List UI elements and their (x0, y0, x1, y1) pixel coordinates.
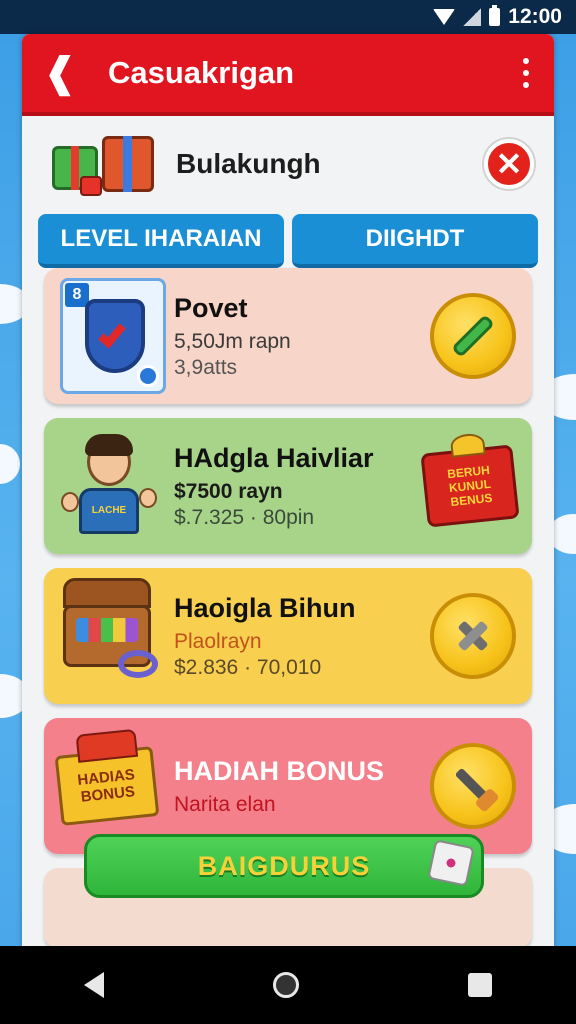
primary-action-label: BAIGDURUS (197, 850, 371, 881)
wifi-icon (433, 9, 456, 25)
item-detail: $7500 rayn (174, 479, 283, 503)
close-button[interactable]: ✕ (484, 139, 534, 189)
thumbnail (44, 574, 170, 698)
back-button[interactable]: ❰ (38, 51, 82, 95)
app-header: ❰ Casuakrigan (22, 34, 554, 116)
tool-button[interactable] (430, 743, 516, 829)
item-name: Povet (174, 292, 248, 323)
status-bar: 12:00 (0, 0, 576, 34)
battery-icon (489, 5, 501, 26)
list-item[interactable]: 8 Povet 5,50Jm rapn 3,9atts (44, 268, 532, 404)
tool-icon (454, 767, 492, 805)
bonus-gift-icon[interactable]: BERUH KUNUL BENUS (420, 444, 520, 528)
item-name: HAdgla Haivliar (174, 442, 374, 473)
pencil-icon (451, 314, 495, 358)
gift-boxes-icon (50, 132, 158, 196)
tab-secondary[interactable]: DIIGHDT (292, 214, 538, 268)
dice-icon (427, 839, 475, 887)
hammer-icon (452, 615, 494, 657)
tools-button[interactable] (430, 593, 516, 679)
item-subdetail: $2.836 · 70,010 (174, 655, 322, 679)
list-item[interactable]: Haoigla Bihun Plaolrayn $2.836 · 70,010 (44, 568, 532, 704)
thumbnail: 8 (44, 274, 170, 398)
item-name: HADIAH BONUS (174, 755, 385, 786)
item-detail: Plaolrayn (174, 629, 262, 653)
section-title: Bulakungh (176, 148, 321, 179)
item-subdetail: $.7.325 · 80pin (174, 505, 315, 529)
status-time: 12:00 (508, 5, 562, 28)
item-detail: Narita elan (174, 792, 276, 816)
thumbnail: HADIAS BONUS (44, 724, 170, 848)
list-item[interactable]: LACHE HAdgla Haivliar $7500 rayn $.7.325… (44, 418, 532, 554)
nav-home-icon[interactable] (272, 972, 299, 998)
edit-button[interactable] (430, 293, 516, 379)
page-title: Casuakrigan (108, 55, 295, 90)
thumbnail: LACHE (44, 424, 170, 548)
close-icon: ✕ (495, 146, 523, 182)
primary-action-button[interactable]: BAIGDURUS (84, 834, 484, 898)
tab-bar: LEVEL IHARAIAN DIIGHDT (22, 214, 554, 268)
treasure-chest-icon (63, 578, 158, 678)
shield-icon (85, 299, 145, 373)
item-detail: 5,50Jm rapn (174, 329, 291, 353)
more-options-button[interactable] (514, 53, 538, 93)
more-vertical-icon (523, 58, 529, 64)
system-nav-bar (0, 946, 576, 1024)
subheader: Bulakungh ✕ (22, 116, 554, 212)
item-subdetail: 3,9atts (174, 355, 238, 379)
item-name: Haoigla Bihun (174, 592, 356, 623)
signal-icon (463, 8, 482, 26)
tab-level[interactable]: LEVEL IHARAIAN (38, 214, 284, 268)
avatar-icon: LACHE (59, 432, 157, 540)
bonus-gift-icon: HADIAS BONUS (54, 746, 160, 826)
coin-icon (137, 365, 159, 387)
back-arrow-icon: ❰ (43, 51, 77, 95)
nav-recents-icon[interactable] (467, 973, 492, 997)
nav-back-icon[interactable] (84, 972, 105, 998)
